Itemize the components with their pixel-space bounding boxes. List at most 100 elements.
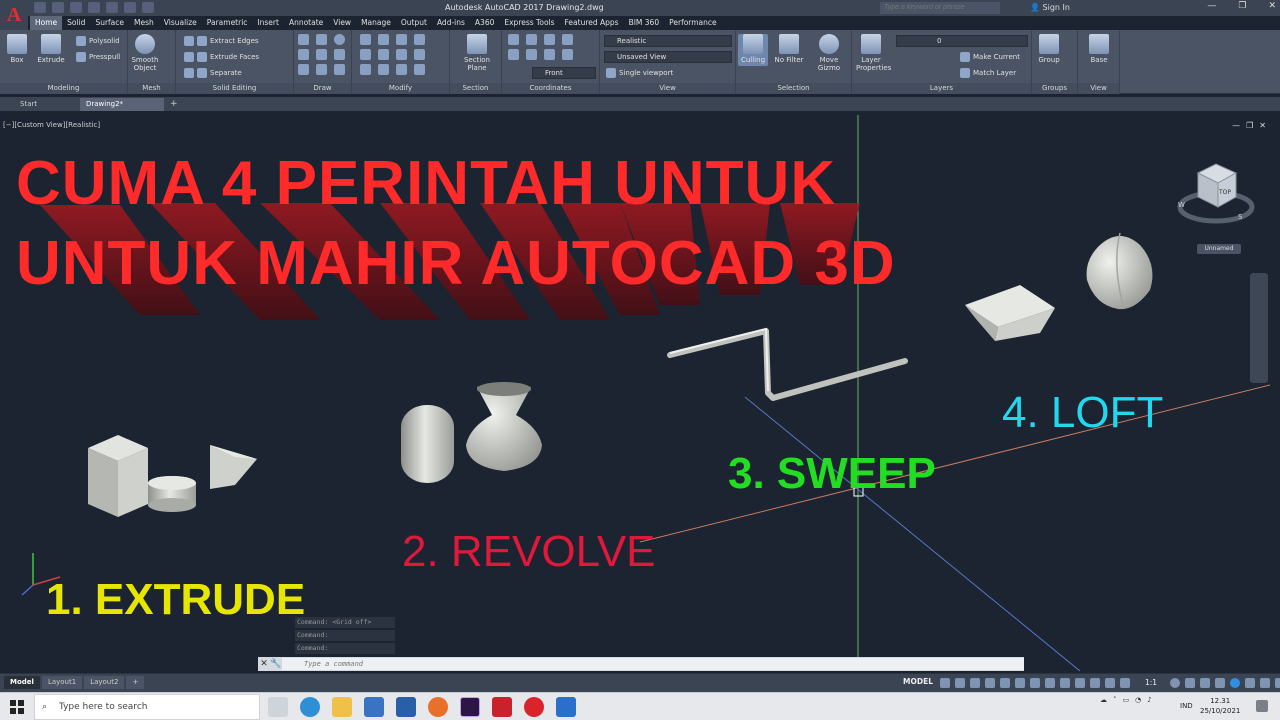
viewport-close-icon[interactable]: ✕ <box>1259 121 1266 130</box>
erase-icon[interactable] <box>396 64 407 75</box>
layer-dropdown[interactable]: 0 <box>896 35 1028 47</box>
tab-layout1[interactable]: Layout1 <box>41 676 83 689</box>
tab-layout2[interactable]: Layout2 <box>84 676 125 689</box>
scale-icon[interactable] <box>378 64 389 75</box>
hatch-icon[interactable] <box>334 49 345 60</box>
command-close-icon[interactable]: ✕ <box>258 659 270 669</box>
tab-mesh[interactable]: Mesh <box>129 16 159 30</box>
annotation-scale[interactable]: 1:1 <box>1145 678 1157 687</box>
viewport-controls-label[interactable]: [−][Custom View][Realistic] <box>3 121 100 129</box>
arc-icon[interactable] <box>298 49 309 60</box>
ucs-world-icon[interactable] <box>526 34 537 45</box>
windows-start-icon[interactable] <box>10 700 24 714</box>
command-input[interactable] <box>282 658 1024 670</box>
copy-icon[interactable] <box>360 49 371 60</box>
solid-editing-panel-title[interactable]: Solid Editing <box>176 83 293 94</box>
save-icon[interactable] <box>70 2 82 13</box>
tab-express-tools[interactable]: Express Tools <box>499 16 559 30</box>
section-panel-title[interactable]: Section <box>450 83 501 94</box>
model-space-toggle[interactable]: MODEL <box>903 677 933 686</box>
point-icon[interactable] <box>334 64 345 75</box>
ucs-menu-button[interactable]: Unnamed <box>1197 244 1241 254</box>
premiere-icon[interactable] <box>460 697 480 717</box>
viewport-minimize-icon[interactable]: — <box>1232 121 1240 130</box>
tab-bim-360[interactable]: BIM 360 <box>624 16 665 30</box>
ucs-view-icon[interactable] <box>544 49 555 60</box>
file-explorer-icon[interactable] <box>332 697 352 717</box>
application-menu-button[interactable]: A <box>0 0 28 30</box>
tab-featured-apps[interactable]: Featured Apps <box>560 16 624 30</box>
separate-button[interactable]: Separate <box>184 67 242 79</box>
lineweight-icon[interactable] <box>1045 678 1055 688</box>
input-language[interactable]: IND <box>1180 702 1193 710</box>
circle-icon[interactable] <box>334 34 345 45</box>
tab-surface[interactable]: Surface <box>90 16 129 30</box>
selection-panel-title[interactable]: Selection <box>736 83 851 94</box>
tab-performance[interactable]: Performance <box>664 16 722 30</box>
quick-properties-icon[interactable] <box>1215 678 1225 688</box>
trim-icon[interactable] <box>396 34 407 45</box>
gizmo-toggle-icon[interactable] <box>1090 678 1100 688</box>
culling-button[interactable]: Culling <box>738 34 768 66</box>
viewport-config-button[interactable]: Single viewport <box>606 67 673 79</box>
modify-panel-title[interactable]: Modify <box>352 83 449 94</box>
ellipse-icon[interactable] <box>316 64 327 75</box>
tab-annotate[interactable]: Annotate <box>284 16 328 30</box>
group-button[interactable]: Group <box>1034 34 1064 64</box>
no-filter-button[interactable]: No Filter <box>774 34 804 64</box>
new-tab-icon[interactable]: + <box>164 99 184 109</box>
close-icon[interactable]: ✕ <box>1268 1 1276 11</box>
annotation-visibility-icon[interactable] <box>1105 678 1115 688</box>
modeling-panel-title[interactable]: Modeling <box>0 83 127 94</box>
tab-model[interactable]: Model <box>4 676 40 689</box>
volume-icon[interactable]: ♪ <box>1147 696 1151 704</box>
hardware-acceleration-icon[interactable] <box>1245 678 1255 688</box>
viewport-restore-icon[interactable]: ❐ <box>1246 121 1253 130</box>
object-snap-icon[interactable] <box>1015 678 1025 688</box>
explode-icon[interactable] <box>414 64 425 75</box>
spline-icon[interactable] <box>298 64 309 75</box>
navigation-bar[interactable] <box>1250 273 1268 383</box>
polysolid-button[interactable]: Polysolid <box>76 35 120 47</box>
autocad-taskbar-icon[interactable] <box>492 697 512 717</box>
layer-properties-button[interactable]: Layer Properties <box>856 34 891 72</box>
firefox-icon[interactable] <box>428 697 448 717</box>
edge-icon[interactable] <box>300 697 320 717</box>
mesh-panel-title[interactable]: Mesh <box>128 83 175 94</box>
mail-icon[interactable] <box>396 697 416 717</box>
tray-icon[interactable]: ☁ <box>1100 696 1107 704</box>
rectangle-icon[interactable] <box>316 49 327 60</box>
ucs-object-icon[interactable] <box>526 49 537 60</box>
redo-icon[interactable] <box>142 2 154 13</box>
ucs-named-dropdown[interactable]: Front <box>532 67 596 79</box>
save-as-icon[interactable] <box>88 2 100 13</box>
workspace-gear-icon[interactable] <box>1170 678 1180 688</box>
tab-a360[interactable]: A360 <box>470 16 499 30</box>
presspull-button[interactable]: Presspull <box>76 51 120 63</box>
tab-visualize[interactable]: Visualize <box>159 16 202 30</box>
stretch-icon[interactable] <box>360 64 371 75</box>
polar-icon[interactable] <box>985 678 995 688</box>
network-icon[interactable]: ◔ <box>1135 696 1141 704</box>
move-gizmo-button[interactable]: Move Gizmo <box>814 34 844 72</box>
base-button[interactable]: Base <box>1084 34 1114 64</box>
ucs-origin-icon[interactable] <box>544 34 555 45</box>
grid-icon[interactable] <box>940 678 950 688</box>
transparency-icon[interactable] <box>1060 678 1070 688</box>
snap-tracking-icon[interactable] <box>1030 678 1040 688</box>
isodraft-icon[interactable] <box>1000 678 1010 688</box>
clean-screen-icon[interactable] <box>1260 678 1270 688</box>
annotation-scale-icon[interactable] <box>1120 678 1130 688</box>
rotate-icon[interactable] <box>378 34 389 45</box>
make-current-button[interactable]: Make Current <box>960 51 1020 63</box>
tab-parametric[interactable]: Parametric <box>202 16 253 30</box>
coordinates-panel-title[interactable]: Coordinates <box>502 83 599 94</box>
named-view-dropdown[interactable]: Unsaved View <box>604 51 732 63</box>
tab-insert[interactable]: Insert <box>252 16 284 30</box>
tab-drawing2[interactable]: Drawing2* <box>80 97 164 111</box>
viewcube[interactable]: TOP W S <box>1176 155 1256 235</box>
drawing-viewport[interactable]: [−][Custom View][Realistic] — ❐ ✕ CUMA 4… <box>0 115 1270 671</box>
customization-menu-icon[interactable] <box>1275 678 1280 688</box>
mirror-icon[interactable] <box>378 49 389 60</box>
command-customize-icon[interactable]: 🔧 <box>270 659 282 669</box>
